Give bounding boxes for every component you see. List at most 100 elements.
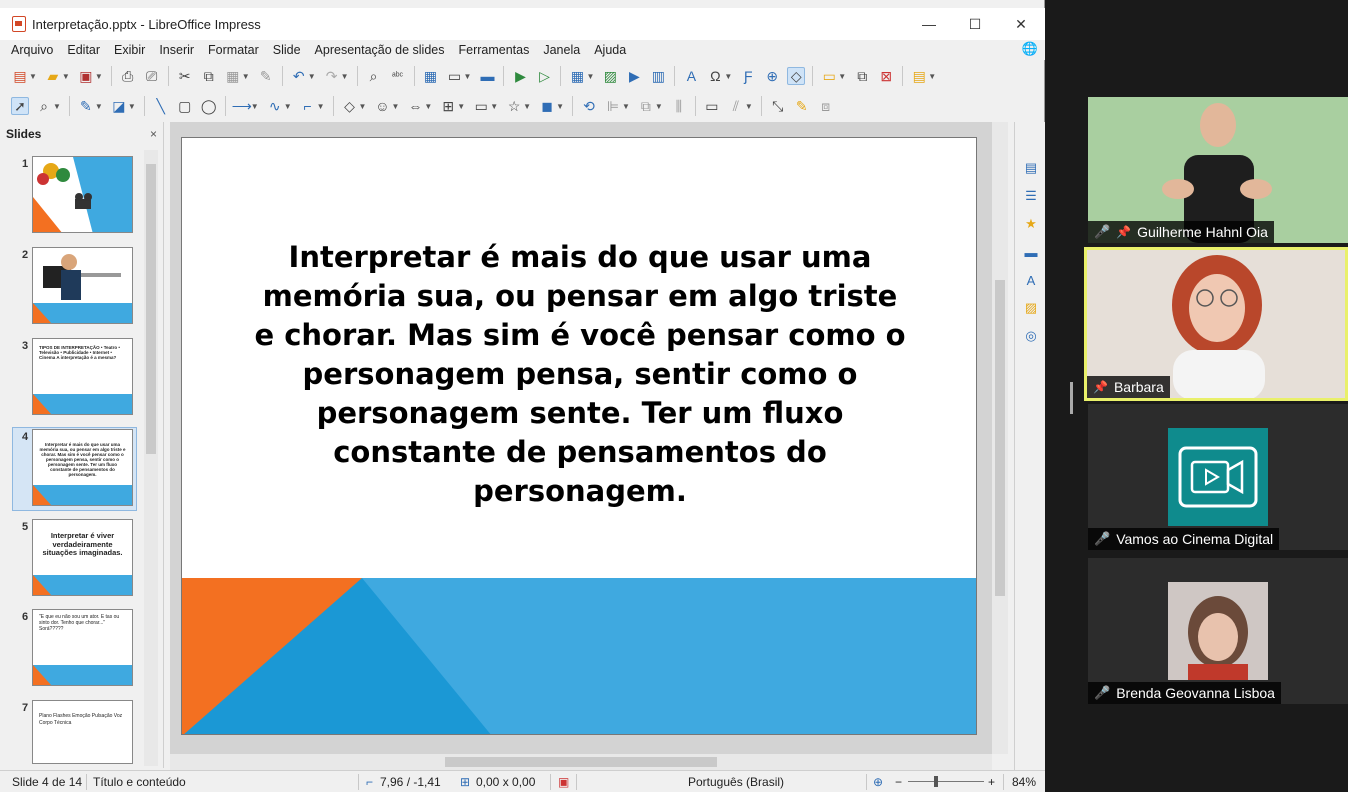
video-tile-vamos-ao-cinema[interactable]: 🎤 Vamos ao Cinema Digital xyxy=(1088,404,1348,550)
slide-thumbnail[interactable]: TIPOS DE INTERPRETAÇÃO • Teatro • Televi… xyxy=(32,338,133,415)
zoom-slider[interactable] xyxy=(908,781,984,782)
basic-shapes-icon[interactable]: ◇ xyxy=(341,97,359,115)
symbol-shapes-icon[interactable]: ☺ xyxy=(373,97,391,115)
image-icon[interactable]: ▨ xyxy=(601,67,619,85)
arrange-icon[interactable]: ⧉ xyxy=(637,97,655,115)
menu-ferramentas[interactable]: Ferramentas xyxy=(459,43,530,57)
chevron-down-icon[interactable]: ▼ xyxy=(457,102,465,111)
menu-inserir[interactable]: Inserir xyxy=(159,43,194,57)
chevron-down-icon[interactable]: ▼ xyxy=(29,72,37,81)
zoom-icon[interactable]: ⌕ xyxy=(35,97,53,115)
current-slide[interactable]: Interpretar é mais do que usar uma memór… xyxy=(181,137,977,735)
panel-resize-handle[interactable] xyxy=(1070,382,1073,414)
language[interactable]: Português (Brasil) xyxy=(688,775,784,789)
chevron-down-icon[interactable]: ▼ xyxy=(556,102,564,111)
chevron-down-icon[interactable]: ▼ xyxy=(341,72,349,81)
delete-slide-icon[interactable]: ⊠ xyxy=(877,67,895,85)
properties-icon[interactable]: ▤ xyxy=(1021,158,1041,178)
save-icon[interactable]: ▣ xyxy=(77,67,95,85)
menu-ajuda[interactable]: Ajuda xyxy=(594,43,626,57)
fill-color-icon[interactable]: ◪ xyxy=(110,97,128,115)
chevron-down-icon[interactable]: ▼ xyxy=(128,102,136,111)
toggle-extrusion-icon[interactable]: ⧈ xyxy=(817,97,835,115)
chevron-down-icon[interactable]: ▼ xyxy=(464,72,472,81)
start-first-slide-icon[interactable]: ▶ xyxy=(511,67,529,85)
menu-editar[interactable]: Editar xyxy=(67,43,100,57)
slide-thumb-row[interactable]: 3 TIPOS DE INTERPRETAÇÃO • Teatro • Tele… xyxy=(0,338,140,420)
flowchart-icon[interactable]: ⊞ xyxy=(439,97,457,115)
copy-icon[interactable]: ⧉ xyxy=(200,67,218,85)
start-current-slide-icon[interactable]: ▷ xyxy=(535,67,553,85)
stars-icon[interactable]: ☆ xyxy=(505,97,523,115)
hyperlink-icon[interactable]: ⊕ xyxy=(763,67,781,85)
menu-slide[interactable]: Slide xyxy=(273,43,301,57)
clone-format-icon[interactable]: ✎ xyxy=(257,67,275,85)
3d-objects-icon[interactable]: ◼ xyxy=(538,97,556,115)
textbox-icon[interactable]: A xyxy=(682,67,700,85)
chevron-down-icon[interactable]: ▼ xyxy=(655,102,663,111)
slide-thumb-row-selected[interactable]: 4 Interpretar é mais do que usar uma mem… xyxy=(0,427,140,511)
curve-icon[interactable]: ∿ xyxy=(266,97,284,115)
chart-icon[interactable]: ▥ xyxy=(649,67,667,85)
connector-icon[interactable]: ⌐ xyxy=(299,97,317,115)
line-arrow-icon[interactable]: ⟶ xyxy=(232,97,252,115)
line-color-icon[interactable]: ✎ xyxy=(77,97,95,115)
slides-panel-scrollbar[interactable] xyxy=(144,150,158,766)
menu-janela[interactable]: Janela xyxy=(543,43,580,57)
open-folder-icon[interactable]: ▰ xyxy=(44,67,62,85)
styles-icon[interactable]: A xyxy=(1021,270,1041,290)
chevron-down-icon[interactable]: ▼ xyxy=(838,72,846,81)
distribute-icon[interactable]: ⫼ xyxy=(670,97,688,115)
shadow-icon[interactable]: ▭ xyxy=(703,97,721,115)
master-slide-icon[interactable]: ▬ xyxy=(478,67,496,85)
slide-thumbnail[interactable] xyxy=(32,247,133,324)
shapes-icon[interactable]: ◇ xyxy=(787,67,806,85)
zoom-slider-handle[interactable] xyxy=(934,776,938,787)
undo-icon[interactable]: ↶ xyxy=(290,67,308,85)
chevron-down-icon[interactable]: ▼ xyxy=(284,102,292,111)
chevron-down-icon[interactable]: ▼ xyxy=(523,102,531,111)
chevron-down-icon[interactable]: ▼ xyxy=(62,72,70,81)
paste-icon[interactable]: ▦ xyxy=(224,67,242,85)
chevron-down-icon[interactable]: ▼ xyxy=(622,102,630,111)
globe-icon[interactable]: 🌐 xyxy=(1022,41,1038,57)
chevron-down-icon[interactable]: ▼ xyxy=(53,102,61,111)
slide-thumb-row[interactable]: 5 Interpretar é viver verdadeiramente si… xyxy=(0,519,140,601)
slide-thumb-row[interactable]: 1 xyxy=(0,156,140,238)
chevron-down-icon[interactable]: ▼ xyxy=(424,102,432,111)
close-button[interactable]: ✕ xyxy=(998,8,1044,40)
menu-formatar[interactable]: Formatar xyxy=(208,43,259,57)
ellipse-icon[interactable]: ◯ xyxy=(200,97,218,115)
chevron-down-icon[interactable]: ▼ xyxy=(724,72,732,81)
slide-thumb-row[interactable]: 6 "E que eu não sou um ator. E tas ou si… xyxy=(0,609,140,691)
new-slide-icon[interactable]: ▭ xyxy=(820,67,838,85)
zoom-out-icon[interactable]: − xyxy=(895,775,902,789)
zoom-level[interactable]: 84% xyxy=(1012,775,1036,789)
chevron-down-icon[interactable]: ▼ xyxy=(95,72,103,81)
zoom-in-icon[interactable]: + xyxy=(988,775,995,789)
cut-icon[interactable]: ✂ xyxy=(176,67,194,85)
chevron-down-icon[interactable]: ▼ xyxy=(317,102,325,111)
chevron-down-icon[interactable]: ▼ xyxy=(359,102,367,111)
points-icon[interactable]: ⤡ xyxy=(769,97,787,115)
animation-icon[interactable]: ★ xyxy=(1021,214,1041,234)
chevron-down-icon[interactable]: ▼ xyxy=(242,72,250,81)
grid-icon[interactable]: ▦ xyxy=(422,67,440,85)
display-views-icon[interactable]: ▭ xyxy=(446,67,464,85)
special-character-icon[interactable]: Ω xyxy=(706,67,724,85)
master-slides-icon[interactable]: ▬ xyxy=(1021,242,1041,262)
block-arrows-icon[interactable]: ⇔ xyxy=(406,97,424,115)
fit-slide-icon[interactable]: ⊕ xyxy=(873,775,883,789)
slide-layout-icon[interactable]: ▤ xyxy=(910,67,928,85)
menu-exibir[interactable]: Exibir xyxy=(114,43,145,57)
fontwork-icon[interactable]: Ƒ xyxy=(739,67,757,85)
line-icon[interactable]: ╲ xyxy=(152,97,170,115)
maximize-button[interactable]: ☐ xyxy=(952,8,998,40)
slide-thumb-row[interactable]: 2 xyxy=(0,247,140,329)
table-icon[interactable]: ▦ xyxy=(568,67,586,85)
spelling-icon[interactable]: ᵃᵇᶜ xyxy=(389,67,407,85)
slide-thumbnail[interactable] xyxy=(32,156,133,233)
crop-icon[interactable]: ⫽ xyxy=(727,97,745,115)
slide-thumbnail[interactable]: Interpretar é viver verdadeiramente situ… xyxy=(32,519,133,596)
duplicate-slide-icon[interactable]: ⧉ xyxy=(853,67,871,85)
